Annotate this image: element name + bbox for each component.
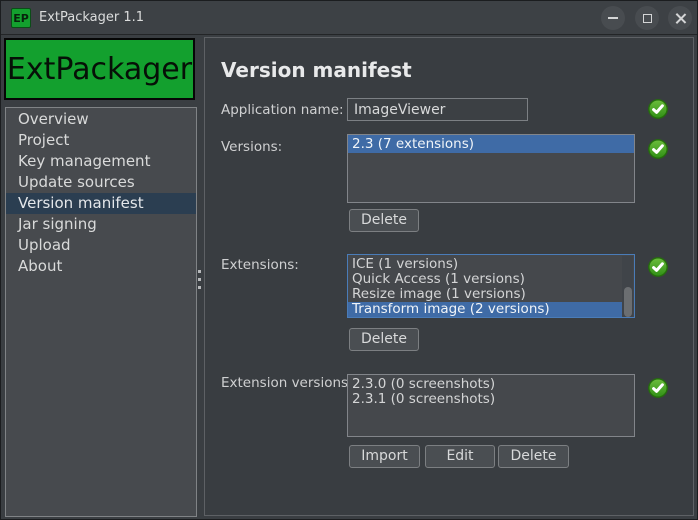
square-outline-icon <box>642 13 652 23</box>
close-button[interactable] <box>668 6 692 30</box>
minus-icon <box>608 17 618 19</box>
list-item-extension[interactable]: ICE (1 versions) <box>348 257 624 272</box>
extension-versions-delete-button[interactable]: Delete <box>498 445 569 468</box>
versions-label: Versions: <box>221 139 283 155</box>
extensions-delete-button[interactable]: Delete <box>349 328 419 351</box>
minimize-button[interactable] <box>601 6 625 30</box>
sidebar-item-about[interactable]: About <box>6 256 196 277</box>
extension-versions-label: Extension versions: <box>221 375 353 391</box>
sidebar-nav: Overview Project Key management Update s… <box>5 107 197 517</box>
sidebar-splitter-grip[interactable] <box>198 270 201 292</box>
extension-versions-ok-check-icon <box>648 378 668 398</box>
list-item-extension-version[interactable]: 2.3.0 (0 screenshots) <box>348 377 634 392</box>
extensions-ok-check-icon <box>648 257 668 277</box>
sidebar-item-overview[interactable]: Overview <box>6 109 196 130</box>
import-button[interactable]: Import <box>349 445 420 468</box>
x-icon <box>675 13 686 24</box>
page-title: Version manifest <box>221 58 412 82</box>
list-item-extension[interactable]: Quick Access (1 versions) <box>348 272 624 287</box>
version-manifest-panel: Version manifest Application name: Versi… <box>204 37 694 516</box>
list-item-extension[interactable]: Resize image (1 versions) <box>348 287 624 302</box>
extension-versions-list[interactable]: 2.3.0 (0 screenshots) 2.3.1 (0 screensho… <box>347 374 635 437</box>
sidebar-item-version-manifest[interactable]: Version manifest <box>6 193 196 214</box>
versions-delete-button[interactable]: Delete <box>349 209 419 232</box>
application-name-ok-check-icon <box>648 99 668 119</box>
list-item-extension[interactable]: Transform image (2 versions) <box>348 302 624 317</box>
window-title: ExtPackager 1.1 <box>39 10 145 25</box>
app-icon: EP <box>11 8 31 28</box>
extensions-scrollbar[interactable] <box>622 256 633 317</box>
titlebar[interactable]: EP ExtPackager 1.1 <box>1 1 697 35</box>
application-name-input[interactable] <box>347 98 528 121</box>
versions-ok-check-icon <box>648 139 668 159</box>
edit-button[interactable]: Edit <box>425 445 495 468</box>
list-item-version[interactable]: 2.3 (7 extensions) <box>348 135 634 153</box>
sidebar-item-project[interactable]: Project <box>6 130 196 151</box>
app-logo: ExtPackager <box>4 38 195 100</box>
extensions-label: Extensions: <box>221 257 299 273</box>
maximize-button[interactable] <box>635 6 659 30</box>
extensions-scrollbar-thumb[interactable] <box>623 287 632 317</box>
sidebar-item-jar-signing[interactable]: Jar signing <box>6 214 196 235</box>
application-name-label: Application name: <box>221 102 344 118</box>
app-window: EP ExtPackager 1.1 ExtPackager Overview … <box>0 0 698 520</box>
sidebar-item-upload[interactable]: Upload <box>6 235 196 256</box>
extensions-list[interactable]: ICE (1 versions) Quick Access (1 version… <box>347 254 635 318</box>
sidebar-item-key-management[interactable]: Key management <box>6 151 196 172</box>
list-item-extension-version[interactable]: 2.3.1 (0 screenshots) <box>348 392 634 407</box>
versions-list[interactable]: 2.3 (7 extensions) <box>347 134 635 203</box>
sidebar-item-update-sources[interactable]: Update sources <box>6 172 196 193</box>
